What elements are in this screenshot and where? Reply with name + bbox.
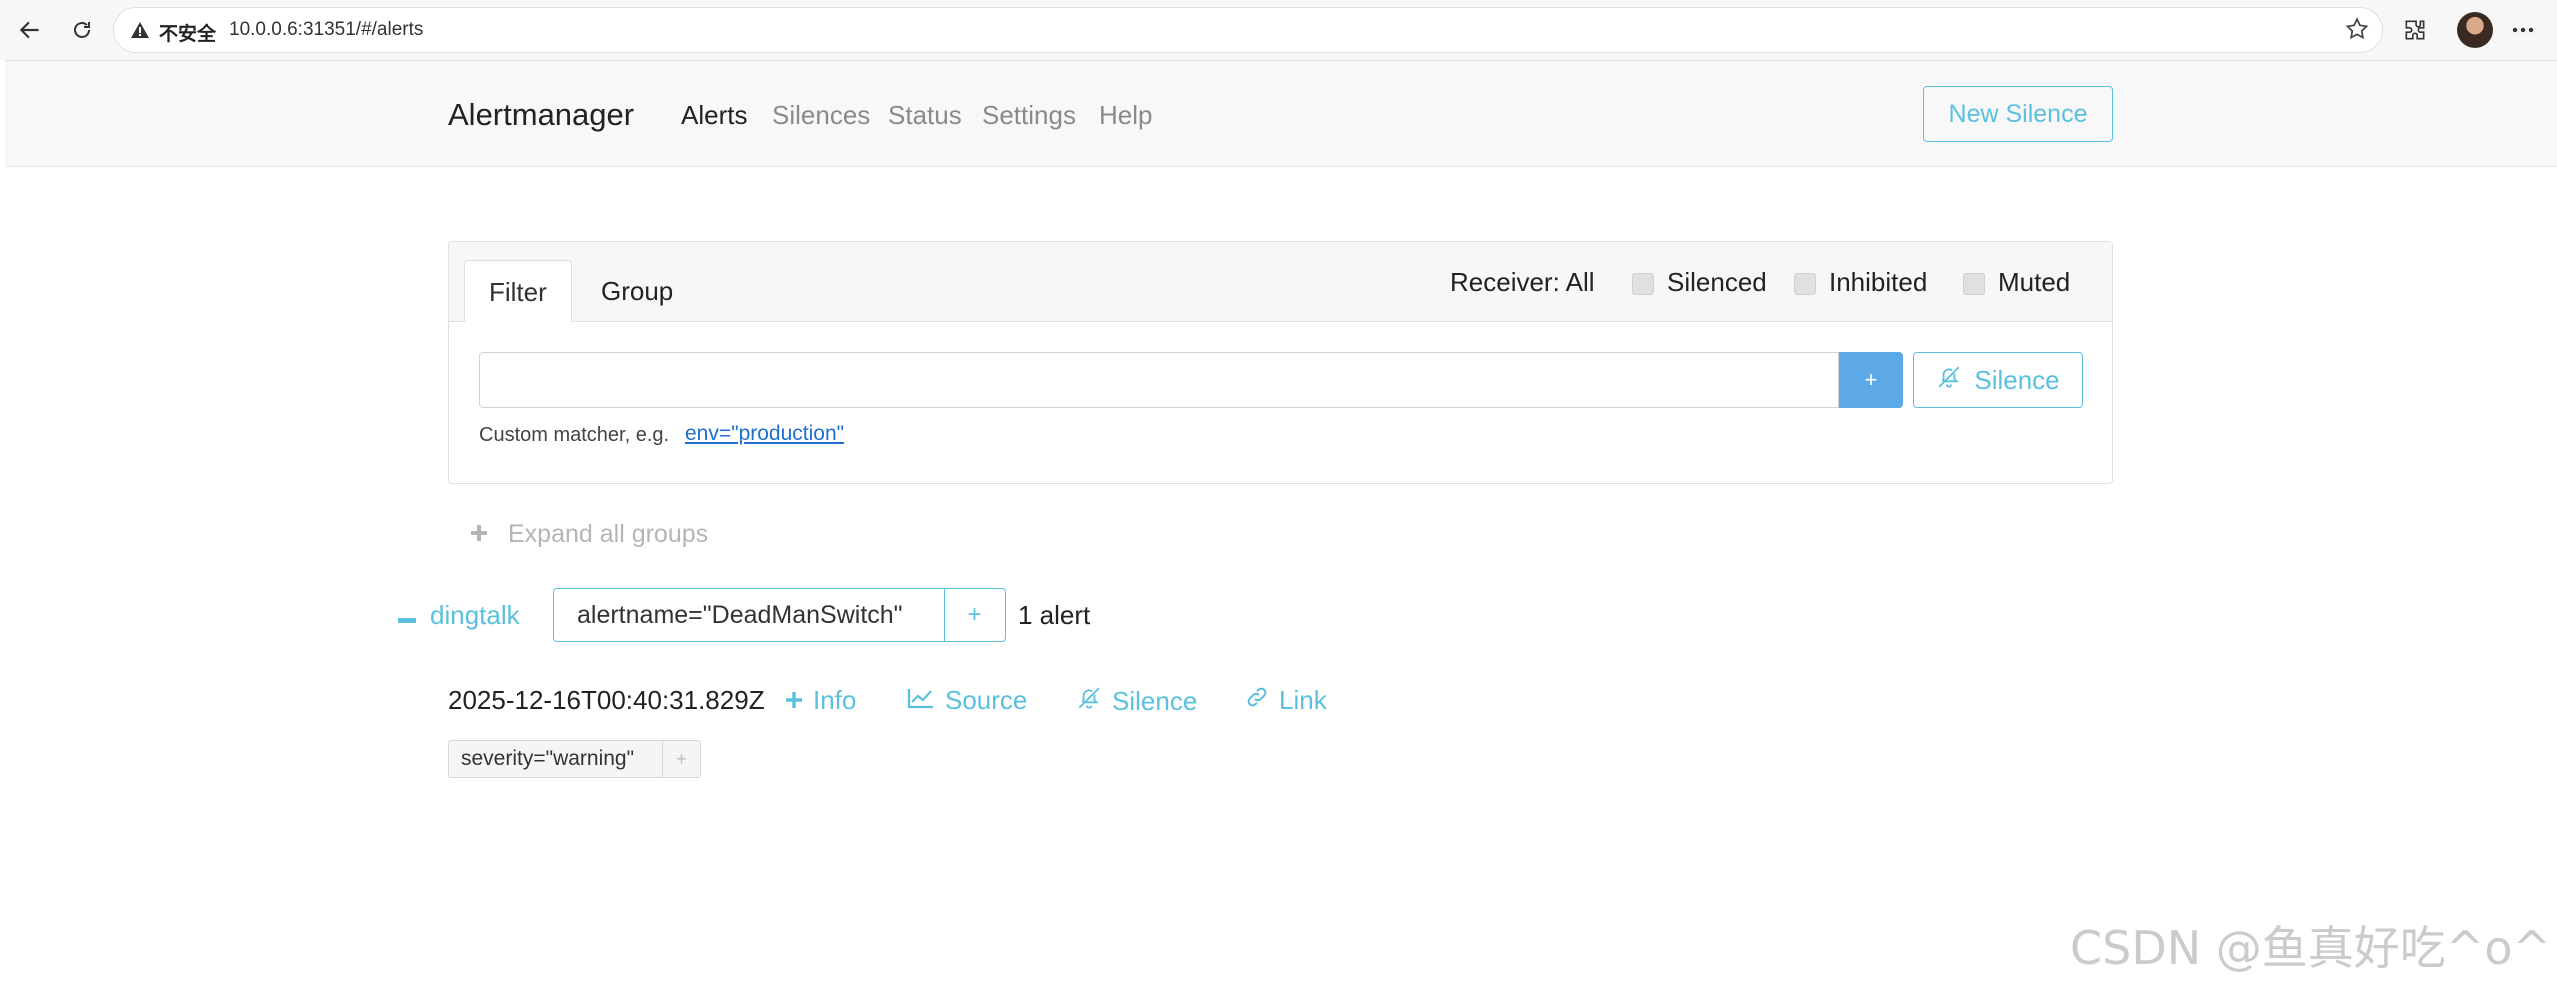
plus-icon [470,520,488,549]
expand-all-label: Expand all groups [508,520,709,548]
nav-alerts[interactable]: Alerts [681,100,747,131]
link-button[interactable]: Link [1245,685,1327,716]
alert-label-tag[interactable]: severity="warning" [448,740,663,778]
silenced-label[interactable]: Silenced [1667,267,1767,298]
more-menu-icon[interactable] [2505,12,2541,48]
inhibited-checkbox[interactable] [1794,273,1816,295]
extensions-icon[interactable] [2397,12,2433,48]
nav-silences[interactable]: Silences [772,100,870,131]
link-label: Link [1279,685,1327,715]
reload-icon[interactable] [64,12,100,48]
minus-icon [398,600,416,631]
info-button[interactable]: Info [785,685,856,716]
group-collapse-toggle[interactable]: dingtalk [398,600,520,631]
inhibited-label[interactable]: Inhibited [1829,267,1927,298]
nav-help[interactable]: Help [1099,100,1152,131]
filter-card-header: Filter Group Receiver: All Silenced Inhi… [449,242,2112,322]
silenced-checkbox[interactable] [1632,273,1654,295]
app-navbar: Alertmanager Alerts Silences Status Sett… [5,61,2557,167]
browser-toolbar: 不安全 10.0.0.6:31351/#/alerts [0,0,2557,60]
address-bar[interactable]: 不安全 10.0.0.6:31351/#/alerts [113,7,2383,53]
favorite-star-icon[interactable] [2344,16,2370,47]
plus-icon [785,685,803,716]
group-matcher[interactable]: alertname="DeadManSwitch" [553,588,945,642]
matcher-hint: Custom matcher, e.g. [479,424,670,446]
info-label: Info [813,685,857,715]
group-matcher-add-button[interactable]: + [944,588,1006,642]
source-button[interactable]: Source [907,685,1027,716]
chart-line-icon [907,685,935,716]
alert-timestamp: 2025-12-16T00:40:31.829Z [448,685,765,715]
alert-silence-button[interactable]: Silence [1076,685,1197,718]
matcher-input[interactable] [479,352,1839,408]
watermark-text: CSDN @鱼真好吃^o^ [2070,921,2552,975]
filter-card: Filter Group Receiver: All Silenced Inhi… [448,241,2113,484]
bell-slash-icon [1936,364,1962,397]
new-silence-button[interactable]: New Silence [1923,86,2113,142]
expand-all-groups-button[interactable]: Expand all groups [470,520,708,549]
url-text[interactable]: 10.0.0.6:31351/#/alerts [229,19,423,41]
matcher-example-link[interactable]: env="production" [685,422,844,446]
profile-avatar[interactable] [2457,12,2493,48]
alert-count: 1 alert [1018,600,1091,630]
silence-filter-label: Silence [1974,364,2060,395]
warning-icon [130,21,150,44]
alert-silence-label: Silence [1112,686,1198,716]
receiver-dropdown[interactable]: Receiver: All [1450,267,1595,298]
nav-status[interactable]: Status [888,100,962,131]
muted-checkbox[interactable] [1963,273,1985,295]
nav-settings[interactable]: Settings [982,100,1076,131]
bell-slash-icon [1076,685,1102,718]
source-label: Source [945,685,1028,715]
silence-filter-button[interactable]: Silence [1913,352,2083,408]
add-matcher-button[interactable]: + [1839,352,1903,408]
tab-filter[interactable]: Filter [464,260,572,322]
brand-title[interactable]: Alertmanager [448,97,634,133]
link-icon [1245,685,1269,716]
back-arrow-icon[interactable] [12,12,48,48]
group-receiver-label: dingtalk [430,600,520,630]
alert-label-add-button[interactable]: + [663,740,701,778]
tab-group[interactable]: Group [577,260,697,322]
security-label[interactable]: 不安全 [159,19,216,46]
muted-label[interactable]: Muted [1998,267,2070,298]
